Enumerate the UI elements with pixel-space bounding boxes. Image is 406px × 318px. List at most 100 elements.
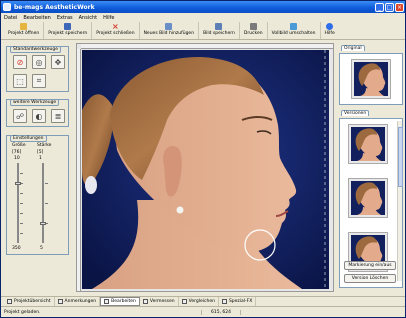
image-canvas[interactable] bbox=[76, 43, 334, 292]
strength-tick bbox=[45, 203, 48, 204]
size-tick bbox=[20, 233, 23, 234]
target-tool-icon[interactable]: ◎ bbox=[32, 55, 46, 69]
delete-version-button[interactable]: Version Löschen bbox=[344, 274, 396, 283]
menu-bar: Datei Bearbeiten Extras Ansicht Hilfe bbox=[1, 13, 405, 22]
edit-icon bbox=[104, 299, 110, 304]
status-message: Projekt geladen. bbox=[4, 309, 41, 315]
help-button[interactable]: Hilfe bbox=[321, 22, 339, 39]
size-tick bbox=[20, 223, 23, 224]
size-slider-track[interactable] bbox=[17, 163, 19, 243]
size-slider-thumb[interactable] bbox=[15, 181, 21, 185]
stripes-tool-icon[interactable]: ≣ bbox=[51, 109, 65, 123]
size-value: [76] bbox=[12, 150, 22, 155]
fullscreen-icon bbox=[290, 23, 298, 30]
strength-value: [5] bbox=[37, 150, 44, 155]
title-bar[interactable]: be-mags AestheticWork _ □ × bbox=[1, 1, 405, 13]
tab-compare[interactable]: Vergleichen bbox=[179, 297, 219, 306]
warp-tool-icon[interactable]: ☍ bbox=[13, 109, 27, 123]
printer-icon bbox=[249, 23, 257, 30]
size-tick bbox=[20, 203, 23, 204]
strength-min: 1 bbox=[39, 156, 42, 161]
cursor-coordinates: 615, 624 bbox=[201, 309, 241, 315]
tab-label: Bearbeiten bbox=[111, 299, 136, 304]
app-icon bbox=[3, 3, 11, 11]
maximize-button[interactable]: □ bbox=[385, 2, 394, 12]
tab-annotations[interactable]: Anmerkungen bbox=[55, 297, 101, 306]
fullscreen-button[interactable]: Vollbild umschalten bbox=[268, 22, 321, 39]
version-thumbnail-1-image bbox=[351, 127, 385, 161]
measure-icon bbox=[142, 299, 148, 304]
settings-group: Einstellungen Größe Stärke [76] [5] 10 1… bbox=[6, 135, 69, 255]
menu-ansicht[interactable]: Ansicht bbox=[79, 15, 97, 21]
add-image-button[interactable]: Neues Bild hinzufügen bbox=[140, 22, 200, 39]
strength-label: Stärke bbox=[37, 143, 52, 148]
no-tool-icon[interactable]: ⊘ bbox=[13, 55, 27, 69]
notes-icon bbox=[57, 299, 63, 304]
smudge-tool-icon[interactable]: ◐ bbox=[32, 109, 46, 123]
further-tools-header[interactable]: weitere Werkzeuge bbox=[10, 99, 60, 106]
tab-label: Spezial-FX bbox=[228, 299, 253, 304]
toolbar: Projekt öffnen Projekt speichern × Proje… bbox=[1, 22, 405, 40]
horizontal-ruler bbox=[81, 44, 333, 49]
menu-bearbeiten[interactable]: Bearbeiten bbox=[23, 15, 50, 21]
tab-original[interactable]: Original bbox=[341, 45, 365, 51]
save-project-button[interactable]: Projekt speichern bbox=[44, 22, 93, 39]
original-thumbnail-image bbox=[354, 62, 388, 96]
close-x-icon: × bbox=[112, 22, 119, 31]
toggle-marking-button[interactable]: Markierung ein/aus bbox=[344, 261, 396, 270]
menu-datei[interactable]: Datei bbox=[4, 15, 17, 21]
save-image-icon bbox=[215, 23, 223, 30]
strength-slider-thumb[interactable] bbox=[40, 221, 46, 225]
portrait-illustration bbox=[82, 50, 329, 289]
tab-label: Projektübersicht bbox=[14, 299, 51, 304]
window-title: be-mags AestheticWork bbox=[14, 3, 95, 11]
standard-tools-header[interactable]: Standardwerkzeuge bbox=[10, 46, 61, 53]
vertical-ruler bbox=[77, 49, 81, 291]
special-fx-icon bbox=[221, 299, 227, 304]
add-image-icon bbox=[165, 23, 173, 30]
compare-icon bbox=[181, 299, 187, 304]
save-image-button[interactable]: Bild speichern bbox=[199, 22, 240, 39]
menu-hilfe[interactable]: Hilfe bbox=[103, 15, 114, 21]
menu-extras[interactable]: Extras bbox=[57, 15, 73, 21]
pan-tool-icon[interactable]: ✥ bbox=[51, 55, 65, 69]
app-window: be-mags AestheticWork _ □ × Datei Bearbe… bbox=[0, 0, 406, 318]
version-thumbnail-2[interactable] bbox=[348, 178, 388, 218]
strength-tick bbox=[45, 183, 48, 184]
settings-header[interactable]: Einstellungen bbox=[10, 135, 47, 142]
further-tools-group: weitere Werkzeuge ☍ ◐ ≣ bbox=[6, 99, 69, 127]
minimize-button[interactable]: _ bbox=[375, 2, 384, 12]
size-max: 350 bbox=[12, 246, 21, 251]
status-bar: Projekt geladen. 615, 624 bbox=[1, 306, 405, 317]
tab-label: Vermessen bbox=[149, 299, 175, 304]
tab-project-overview[interactable]: Projektübersicht bbox=[4, 297, 55, 306]
close-window-button[interactable]: × bbox=[395, 2, 404, 12]
print-button[interactable]: Drucken bbox=[240, 22, 268, 39]
bottom-tab-bar: Projektübersicht Anmerkungen Bearbeiten … bbox=[1, 296, 405, 306]
select-tool-icon[interactable]: ⬚ bbox=[13, 74, 27, 88]
versions-scroll-thumb[interactable] bbox=[398, 127, 403, 187]
tab-special-fx[interactable]: Spezial-FX bbox=[219, 297, 257, 306]
tab-measure[interactable]: Vermessen bbox=[140, 297, 179, 306]
version-thumbnail-1[interactable] bbox=[348, 124, 388, 164]
open-project-button[interactable]: Projekt öffnen bbox=[4, 22, 45, 39]
portrait-photo[interactable] bbox=[82, 50, 329, 289]
original-box bbox=[339, 53, 403, 105]
save-icon bbox=[64, 23, 72, 30]
size-tick bbox=[20, 173, 23, 174]
left-panel: Standardwerkzeuge ⊘ ◎ ✥ ⬚ ⌗ weitere Werk… bbox=[6, 43, 69, 292]
overview-icon bbox=[7, 299, 12, 304]
close-project-button[interactable]: × Projekt schließen bbox=[92, 22, 140, 39]
tab-versions[interactable]: Versionen bbox=[341, 110, 370, 116]
size-tick bbox=[20, 213, 23, 214]
size-tick bbox=[20, 193, 23, 194]
crop-tool-icon[interactable]: ⌗ bbox=[32, 74, 46, 88]
versions-scrollbar[interactable] bbox=[397, 121, 403, 281]
strength-max: 5 bbox=[40, 246, 43, 251]
tab-label: Vergleichen bbox=[188, 299, 215, 304]
help-icon bbox=[326, 23, 334, 30]
size-label: Größe bbox=[12, 143, 26, 148]
tab-edit[interactable]: Bearbeiten bbox=[100, 297, 140, 306]
original-thumbnail[interactable] bbox=[351, 59, 391, 99]
strength-slider-track[interactable] bbox=[42, 163, 44, 243]
